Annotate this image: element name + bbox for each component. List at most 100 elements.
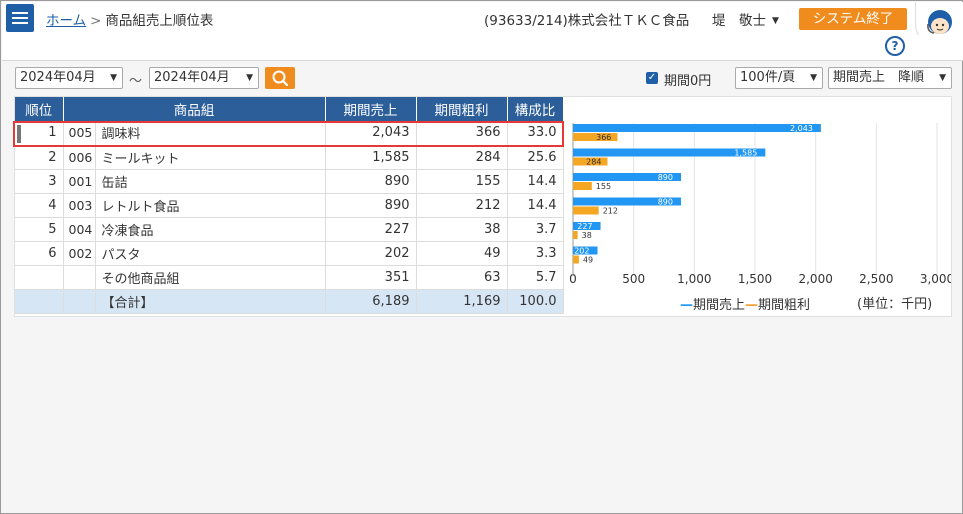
- table-row[interactable]: 5 004 冷凍食品 227 38 3.7: [15, 217, 564, 242]
- unit-label: (単位：千円): [857, 297, 933, 312]
- header-group: 商品組: [63, 97, 326, 121]
- chevron-down-icon: ▼: [246, 73, 253, 83]
- x-tick-label: 500: [622, 272, 645, 286]
- code-cell: 002: [63, 241, 96, 266]
- profit-cell: 366: [416, 121, 508, 146]
- search-icon: [272, 70, 289, 87]
- total-sales: 6,189: [325, 289, 417, 314]
- system-exit-button[interactable]: システム終了: [799, 8, 907, 30]
- top-bar: ホーム > 商品組売上順位表 (93633/214)株式会社ＴＫＣ食品 堤 敬士 ▼ …: [2, 2, 963, 35]
- breadcrumb-separator: >: [90, 13, 102, 29]
- group-name-cell: レトルト食品: [95, 193, 326, 218]
- header-rank: 順位: [15, 97, 64, 121]
- sales-cell: 890: [325, 193, 417, 218]
- hamburger-menu-icon[interactable]: [6, 4, 34, 32]
- profit-bar: [573, 255, 579, 264]
- total-rank-cell: [15, 289, 64, 314]
- group-name-cell: パスタ: [95, 241, 326, 266]
- sales-data-label: 890: [658, 198, 673, 207]
- chevron-down-icon: ▼: [772, 16, 779, 26]
- profit-cell: 284: [416, 145, 508, 170]
- user-menu[interactable]: 堤 敬士 ▼: [712, 9, 779, 29]
- sales-data-label: 202: [574, 247, 589, 256]
- legend-sales-label: 期間売上: [693, 298, 746, 313]
- table-row[interactable]: 3 001 缶詰 890 155 14.4: [15, 169, 564, 194]
- sales-cell: 2,043: [325, 121, 417, 146]
- rank-cell: 1: [15, 121, 64, 146]
- rank-cell: 5: [15, 217, 64, 242]
- group-name-cell: 冷凍食品: [95, 217, 326, 242]
- legend-profit-swatch: —: [745, 298, 759, 313]
- x-tick-label: 2,500: [859, 272, 893, 286]
- x-tick-label: 1,000: [677, 272, 711, 286]
- zero-period-label: 期間0円: [664, 74, 712, 89]
- profit-data-label: 49: [583, 256, 593, 265]
- code-cell: 004: [63, 217, 96, 242]
- profit-bar: [573, 206, 599, 215]
- page-title: 商品組売上順位表: [105, 13, 214, 29]
- ratio-cell: 5.7: [507, 265, 564, 290]
- sales-data-label: 890: [658, 173, 673, 182]
- ranking-table: 順位 商品組 期間売上 期間粗利 構成比 1 005 調味料 2,043 366…: [15, 97, 564, 314]
- sales-data-label: 2,043: [790, 124, 813, 133]
- table-row[interactable]: 4 003 レトルト食品 890 212 14.4: [15, 193, 564, 218]
- sort-value: 期間売上 降順: [833, 70, 925, 85]
- profit-bar: [573, 231, 578, 239]
- profit-cell: 49: [416, 241, 508, 266]
- breadcrumb: ホーム > 商品組売上順位表: [46, 9, 213, 29]
- chevron-down-icon: ▼: [110, 73, 117, 83]
- sales-data-label: 227: [577, 222, 592, 231]
- rank-cell: 3: [15, 169, 64, 194]
- profit-data-label: 155: [596, 182, 611, 191]
- range-tilde: ～: [129, 74, 143, 89]
- company-name: (93633/214)株式会社ＴＫＣ食品: [484, 13, 690, 29]
- legend-profit-label: 期間粗利: [758, 298, 811, 313]
- group-name-cell: ミールキット: [95, 145, 326, 170]
- sales-cell: 227: [325, 217, 417, 242]
- sort-select[interactable]: 期間売上 降順 ▼: [828, 67, 952, 89]
- table-row-other: その他商品組 351 63 5.7: [15, 265, 564, 290]
- per-page-value: 100件/頁: [740, 70, 796, 85]
- chevron-down-icon: ▼: [810, 73, 817, 83]
- table-row[interactable]: 1 005 調味料 2,043 366 33.0: [15, 121, 564, 146]
- profit-cell: 38: [416, 217, 508, 242]
- code-cell: 001: [63, 169, 96, 194]
- profit-data-label: 366: [596, 133, 611, 142]
- group-name-cell: 調味料: [95, 121, 326, 146]
- table-header-row: 順位 商品組 期間売上 期間粗利 構成比: [15, 97, 564, 121]
- ratio-cell: 25.6: [507, 145, 564, 170]
- table-row[interactable]: 2 006 ミールキット 1,585 284 25.6: [15, 145, 564, 170]
- profit-cell: 212: [416, 193, 508, 218]
- zero-period-checkbox[interactable]: ✓: [646, 72, 658, 84]
- ratio-cell: 3.7: [507, 217, 564, 242]
- rank-cell: 6: [15, 241, 64, 266]
- chart-legend: —期間売上—期間粗利: [680, 294, 810, 313]
- group-name-cell: 缶詰: [95, 169, 326, 194]
- selected-row-marker: [17, 125, 21, 143]
- search-button[interactable]: [265, 67, 295, 89]
- to-month-select[interactable]: 2024年04月 ▼: [149, 67, 259, 89]
- ratio-cell: 14.4: [507, 169, 564, 194]
- profit-cell: 155: [416, 169, 508, 194]
- x-tick-label: 1,500: [738, 272, 772, 286]
- per-page-select[interactable]: 100件/頁 ▼: [735, 67, 823, 89]
- ratio-cell: 3.3: [507, 241, 564, 266]
- to-month-value: 2024年04月: [154, 70, 230, 85]
- help-icon[interactable]: ?: [885, 36, 905, 56]
- profit-data-label: 284: [586, 158, 601, 167]
- from-month-select[interactable]: 2024年04月 ▼: [15, 67, 123, 89]
- sales-data-label: 1,585: [734, 149, 757, 158]
- app-window: ホーム > 商品組売上順位表 (93633/214)株式会社ＴＫＣ食品 堤 敬士 ▼ …: [0, 0, 963, 514]
- chevron-down-icon: ▼: [939, 73, 946, 83]
- group-name-cell: その他商品組: [95, 265, 326, 290]
- sales-bar: [573, 124, 821, 132]
- table-row[interactable]: 6 002 パスタ 202 49 3.3: [15, 241, 564, 266]
- sales-cell: 1,585: [325, 145, 417, 170]
- breadcrumb-home-link[interactable]: ホーム: [46, 13, 86, 29]
- ratio-cell: 14.4: [507, 193, 564, 218]
- total-profit: 1,169: [416, 289, 508, 314]
- header-profit: 期間粗利: [416, 97, 508, 121]
- total-ratio: 100.0: [507, 289, 564, 314]
- bar-chart: 0 500 1,000 1,500 2,000 2,500 3,0002,0433661,5…: [569, 123, 951, 286]
- legend-sales-swatch: —: [680, 298, 693, 313]
